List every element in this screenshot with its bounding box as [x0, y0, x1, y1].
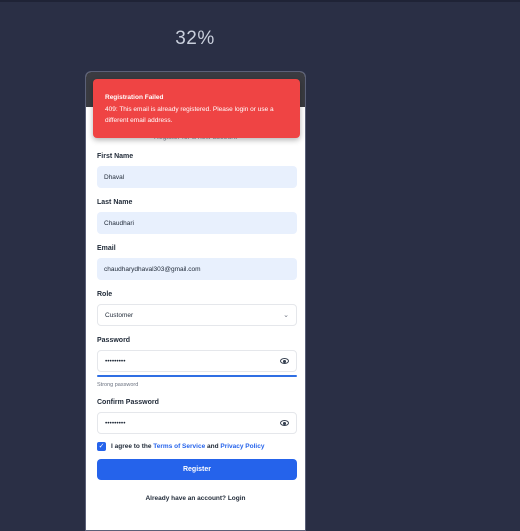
password-value: ••••••••• [105, 357, 126, 365]
terms-of-service-link[interactable]: Terms of Service [153, 443, 205, 450]
terms-row: ✓ I agree to the Terms of Service and Pr… [97, 442, 264, 451]
confirm-password-value: ••••••••• [105, 419, 126, 427]
check-icon: ✓ [98, 443, 105, 450]
chevron-down-icon: ⌄ [283, 312, 289, 319]
first-name-input[interactable]: Dhaval [97, 166, 297, 188]
password-input[interactable]: ••••••••• [97, 350, 297, 372]
password-label: Password [97, 337, 131, 344]
privacy-policy-link[interactable]: Privacy Policy [220, 443, 264, 450]
first-name-label: First Name [97, 153, 134, 160]
login-link[interactable]: Already have an account? Login [86, 495, 305, 502]
terms-prefix: I agree to the [111, 443, 152, 450]
role-label: Role [97, 291, 113, 298]
terms-and: and [207, 443, 219, 450]
email-value: chaudharydhaval303@gmail.com [104, 265, 201, 273]
confirm-password-label: Confirm Password [97, 399, 159, 406]
role-select[interactable]: Customer ⌄ [97, 304, 297, 326]
last-name-input[interactable]: Chaudhari [97, 212, 297, 234]
last-name-value: Chaudhari [104, 219, 134, 227]
eye-icon[interactable] [280, 420, 289, 426]
password-strength-text: Strong password [97, 382, 139, 388]
register-button[interactable]: Register [97, 459, 297, 480]
toast-title: Registration Failed [105, 94, 164, 101]
toast-message: 409: This email is already registered. P… [105, 106, 274, 124]
email-group: Email chaudharydhaval303@gmail.com [97, 245, 297, 280]
confirm-password-group: Confirm Password ••••••••• [97, 399, 297, 434]
role-value: Customer [105, 311, 134, 319]
first-name-group: First Name Dhaval [97, 153, 297, 188]
first-name-value: Dhaval [104, 173, 125, 181]
eye-icon[interactable] [280, 358, 289, 364]
registration-card: Register for a new account First Name Dh… [85, 71, 306, 531]
password-group: Password ••••••••• Strong password [97, 337, 297, 388]
terms-checkbox[interactable]: ✓ [97, 442, 106, 451]
password-strength-bar [97, 375, 297, 377]
email-label: Email [97, 245, 116, 252]
last-name-label: Last Name [97, 199, 133, 206]
confirm-password-input[interactable]: ••••••••• [97, 412, 297, 434]
zoom-indicator: 32% [175, 28, 215, 49]
top-border [0, 0, 520, 2]
error-toast[interactable]: Registration Failed 409: This email is a… [93, 79, 300, 138]
last-name-group: Last Name Chaudhari [97, 199, 297, 234]
role-group: Role Customer ⌄ [97, 291, 297, 326]
email-input[interactable]: chaudharydhaval303@gmail.com [97, 258, 297, 280]
